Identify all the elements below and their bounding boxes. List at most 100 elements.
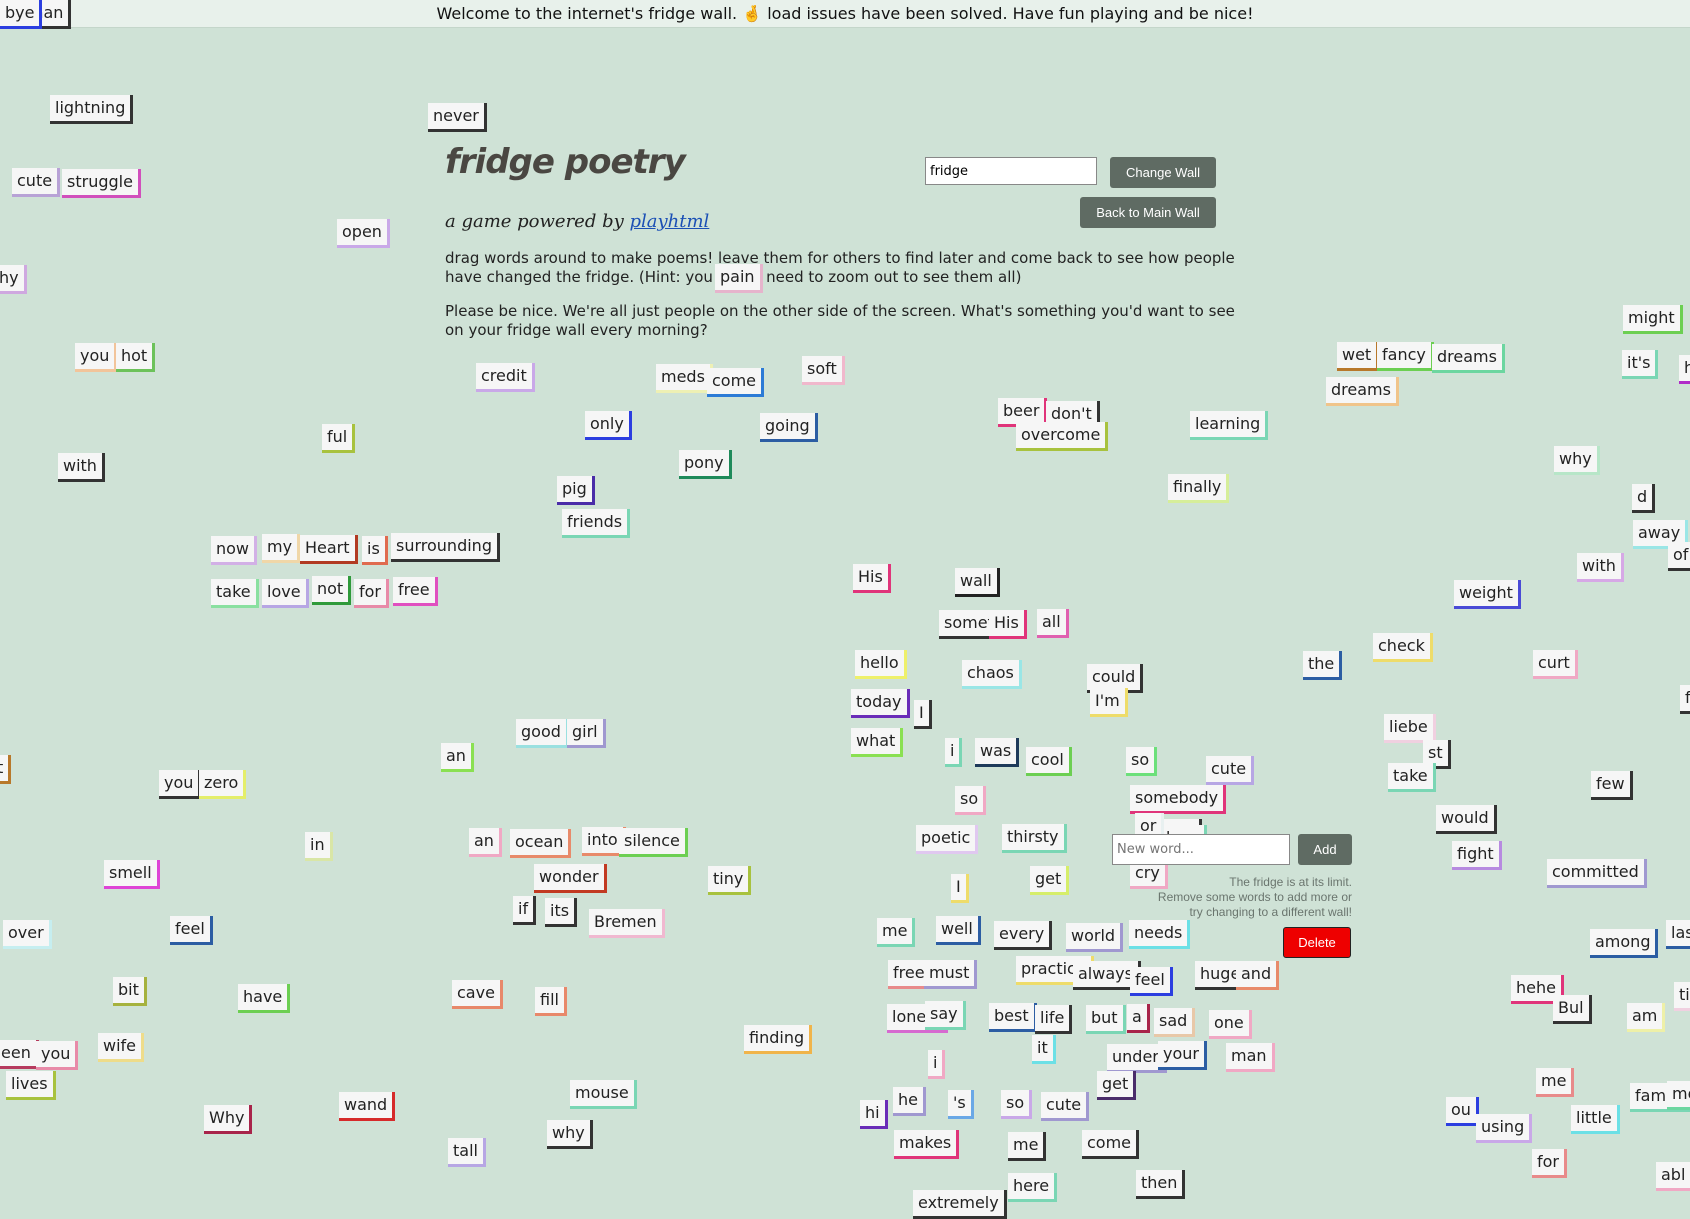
word-magnet[interactable]: i	[928, 1050, 946, 1079]
word-magnet[interactable]: overcome	[1016, 422, 1109, 451]
word-magnet[interactable]: His	[853, 564, 891, 593]
word-magnet[interactable]: makes	[894, 1130, 960, 1159]
word-magnet[interactable]: committed	[1547, 859, 1647, 888]
word-magnet[interactable]: cute	[1206, 756, 1255, 785]
word-magnet[interactable]: my	[262, 534, 301, 563]
word-magnet[interactable]: soft	[802, 356, 845, 385]
word-magnet[interactable]: open	[337, 219, 390, 248]
word-magnet[interactable]: cute	[12, 168, 61, 197]
word-magnet[interactable]: me	[1536, 1068, 1575, 1097]
word-magnet[interactable]: of	[1668, 542, 1690, 571]
word-magnet[interactable]: take	[1388, 763, 1436, 792]
word-magnet[interactable]: it's	[1622, 350, 1659, 379]
word-magnet[interactable]: I	[951, 874, 969, 903]
word-magnet[interactable]: surrounding	[391, 533, 500, 562]
word-magnet[interactable]: I'm	[1090, 688, 1128, 717]
word-magnet[interactable]: 's	[948, 1090, 974, 1119]
word-magnet[interactable]: take	[211, 579, 259, 608]
word-magnet[interactable]: hy	[0, 265, 27, 294]
word-magnet[interactable]: get	[1097, 1071, 1137, 1100]
word-magnet[interactable]: in	[305, 832, 333, 861]
change-wall-button[interactable]: Change Wall	[1110, 157, 1216, 188]
word-magnet[interactable]: Why	[204, 1105, 253, 1134]
word-magnet[interactable]: His	[989, 610, 1027, 639]
word-magnet[interactable]: cool	[1026, 747, 1072, 776]
word-magnet[interactable]: might	[1623, 305, 1683, 334]
word-magnet[interactable]: for	[1532, 1149, 1567, 1178]
word-magnet[interactable]: friends	[562, 509, 631, 538]
word-magnet[interactable]: hot	[116, 343, 156, 372]
delete-button[interactable]: Delete	[1283, 927, 1351, 958]
word-magnet[interactable]: tie	[1674, 982, 1690, 1011]
word-magnet[interactable]: sad	[1154, 1008, 1196, 1037]
word-magnet[interactable]: why	[1554, 446, 1600, 475]
word-magnet[interactable]: good	[516, 719, 569, 748]
word-magnet[interactable]: love	[262, 579, 309, 608]
word-magnet[interactable]: girl	[567, 719, 606, 748]
word-magnet[interactable]: so	[1126, 747, 1158, 776]
word-magnet[interactable]: hi	[1679, 355, 1690, 384]
word-magnet[interactable]: finding	[744, 1025, 813, 1054]
word-magnet[interactable]: the	[1303, 651, 1343, 680]
word-magnet[interactable]: you	[36, 1041, 79, 1070]
word-magnet[interactable]: feel	[1130, 967, 1173, 996]
word-magnet[interactable]: its	[545, 898, 578, 927]
word-magnet[interactable]: then	[1136, 1170, 1186, 1199]
word-magnet[interactable]: you	[159, 770, 202, 799]
word-magnet[interactable]: moon	[1667, 1081, 1690, 1110]
word-magnet[interactable]: what	[851, 728, 904, 757]
word-magnet[interactable]: hi	[860, 1100, 888, 1129]
word-magnet[interactable]: few	[1591, 771, 1633, 800]
word-magnet[interactable]: mouse	[570, 1080, 637, 1109]
word-magnet[interactable]: last	[1666, 920, 1690, 949]
word-magnet[interactable]: een	[0, 1040, 39, 1069]
word-magnet[interactable]: tall	[448, 1138, 486, 1167]
word-magnet[interactable]: Heart	[300, 535, 358, 564]
word-magnet[interactable]: dreams	[1432, 344, 1505, 373]
word-magnet[interactable]: fed	[1680, 685, 1690, 714]
word-magnet[interactable]: ful	[322, 424, 356, 453]
word-magnet[interactable]: but	[1086, 1005, 1126, 1034]
word-magnet[interactable]: wife	[98, 1033, 145, 1062]
word-magnet[interactable]: pony	[679, 450, 732, 479]
word-magnet[interactable]: extremely	[913, 1190, 1007, 1219]
word-magnet[interactable]: man	[1226, 1043, 1275, 1072]
word-magnet[interactable]: say	[925, 1001, 966, 1030]
word-magnet[interactable]: never	[428, 103, 487, 132]
word-magnet[interactable]: curt	[1533, 650, 1578, 679]
word-magnet[interactable]: am	[1627, 1003, 1666, 1032]
word-magnet[interactable]: is	[362, 536, 388, 565]
word-magnet[interactable]: cute	[1041, 1092, 1090, 1121]
word-magnet[interactable]: among	[1590, 929, 1659, 958]
word-magnet[interactable]: wand	[339, 1092, 396, 1121]
word-magnet[interactable]: with	[58, 453, 105, 482]
word-magnet[interactable]: bit	[113, 977, 147, 1006]
word-magnet[interactable]: tiny	[708, 866, 752, 895]
word-magnet[interactable]: Bul	[1553, 995, 1592, 1024]
word-magnet[interactable]: smell	[104, 860, 160, 889]
word-magnet[interactable]: weight	[1454, 580, 1521, 609]
word-magnet[interactable]: ocean	[510, 829, 572, 858]
word-magnet[interactable]: zero	[199, 770, 247, 799]
word-magnet[interactable]: chaos	[962, 660, 1022, 689]
word-magnet[interactable]: and	[1236, 961, 1280, 990]
word-magnet[interactable]: learning	[1190, 411, 1269, 440]
word-magnet[interactable]: pain	[715, 264, 763, 293]
word-magnet[interactable]: every	[994, 921, 1053, 950]
word-magnet[interactable]: today	[851, 689, 910, 718]
word-magnet[interactable]: was	[975, 738, 1020, 767]
word-magnet[interactable]: pig	[557, 476, 595, 505]
word-magnet[interactable]: me	[877, 918, 916, 947]
word-magnet[interactable]: fancy	[1377, 342, 1434, 371]
word-magnet[interactable]: only	[585, 411, 632, 440]
word-magnet[interactable]: finally	[1168, 474, 1230, 503]
word-magnet[interactable]: free	[393, 577, 438, 606]
word-magnet[interactable]: credit	[476, 363, 535, 392]
word-magnet[interactable]: lives	[6, 1071, 56, 1100]
word-magnet[interactable]: needs	[1129, 920, 1191, 949]
word-magnet[interactable]: a	[1127, 1004, 1150, 1033]
word-magnet[interactable]: would	[1436, 805, 1497, 834]
word-magnet[interactable]: an	[441, 743, 474, 772]
word-magnet[interactable]: well	[936, 916, 981, 945]
word-magnet[interactable]: it	[1032, 1035, 1056, 1064]
